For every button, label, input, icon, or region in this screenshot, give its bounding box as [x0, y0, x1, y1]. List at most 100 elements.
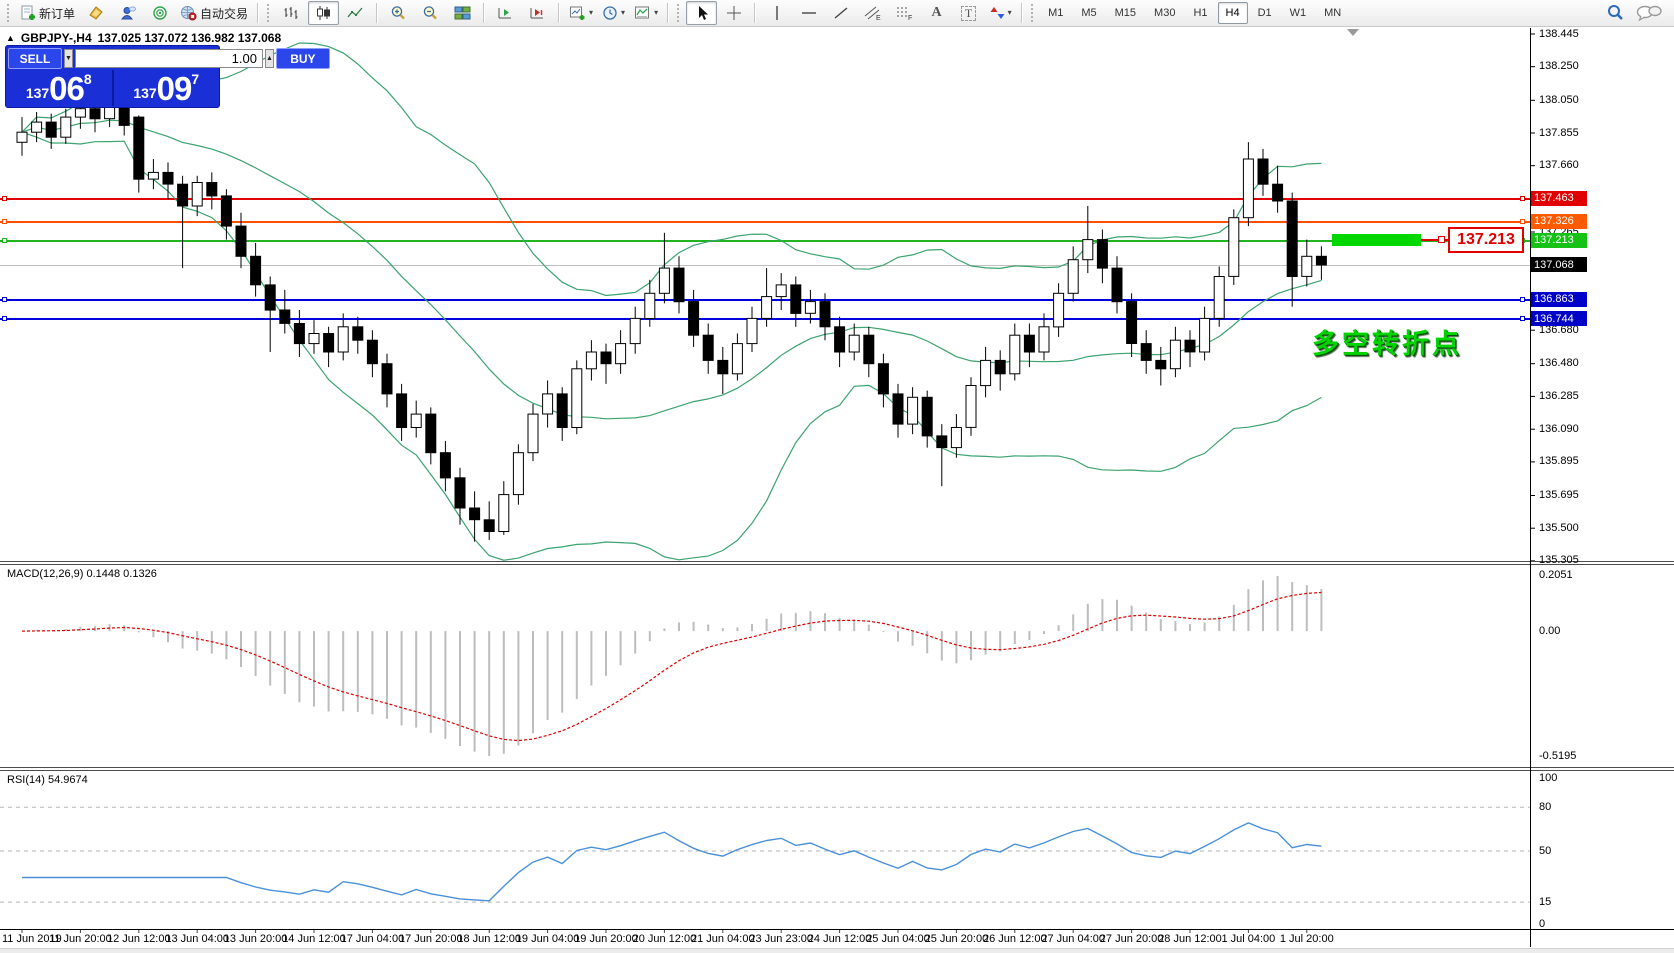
new-chart-button[interactable]: ▾ — [565, 1, 597, 25]
y-tick-138.445: 138.445 — [1539, 28, 1579, 40]
level-anchor[interactable] — [2, 316, 7, 321]
trendline-tool-button[interactable] — [825, 1, 856, 25]
timeframe-W1[interactable]: W1 — [1282, 2, 1315, 24]
market-watch-button[interactable] — [80, 1, 111, 25]
toolbar-separator — [376, 3, 378, 23]
chart-bottom-frame — [0, 929, 1674, 930]
horizontal-line-tool-button[interactable] — [793, 1, 824, 25]
bar-chart-button[interactable] — [276, 1, 307, 25]
timeframe-H4[interactable]: H4 — [1218, 2, 1248, 24]
chart-header: ▲ GBPJPY-,H4 137.025 137.072 136.982 137… — [6, 31, 281, 45]
x-tick-13 Jun 04:00: 13 Jun 04:00 — [165, 933, 229, 945]
zoom-in-icon — [390, 5, 407, 21]
auto-scroll-button[interactable] — [490, 1, 521, 25]
level-anchor[interactable] — [2, 297, 7, 302]
chart-shift-marker-icon[interactable] — [1347, 29, 1359, 36]
zoom-out-icon — [422, 5, 439, 21]
vertical-line-icon — [772, 5, 782, 21]
crosshair-tool-button[interactable] — [718, 1, 749, 25]
tile-windows-button[interactable] — [447, 1, 478, 25]
main-toolbar: 新订单 自动交易 — [0, 0, 1674, 27]
toolbar-separator — [1021, 3, 1023, 23]
data-window-button[interactable] — [112, 1, 143, 25]
text-label-tool-button[interactable]: T — [953, 1, 984, 25]
price-level-line-137.068[interactable] — [0, 265, 1530, 266]
search-icon[interactable] — [1606, 4, 1626, 22]
buy-price[interactable]: 137 09 7 — [114, 70, 220, 106]
timeframe-M5[interactable]: M5 — [1073, 2, 1104, 24]
fibonacci-tool-button[interactable]: F — [889, 1, 920, 25]
rsi-tick-0: 0 — [1539, 918, 1545, 930]
candlestick-chart-button[interactable] — [308, 1, 339, 25]
sell-price-prefix: 137 — [26, 85, 49, 101]
new-order-button[interactable]: 新订单 — [16, 1, 79, 25]
quote-panel-collapse-icon[interactable]: ▲ — [6, 33, 15, 43]
timeframe-H1[interactable]: H1 — [1185, 2, 1215, 24]
price-level-line-136.863[interactable] — [0, 299, 1530, 301]
x-tick-17 Jun 04:00: 17 Jun 04:00 — [341, 933, 405, 945]
toolbar-separator — [483, 3, 485, 23]
y-tick-137.855: 137.855 — [1539, 127, 1579, 139]
buy-button[interactable]: BUY — [276, 48, 330, 69]
indicators-button[interactable]: ▾ — [630, 1, 662, 25]
panel-separator[interactable] — [0, 770, 1674, 771]
toolbar-separator — [667, 3, 669, 23]
price-flag-label[interactable]: 137.213 — [1448, 227, 1524, 253]
toolbar-grip — [7, 4, 12, 22]
price-level-line-137.463[interactable] — [0, 198, 1530, 200]
level-anchor[interactable] — [2, 196, 7, 201]
highlight-bar-object[interactable] — [1332, 234, 1421, 246]
y-tick-136.480: 136.480 — [1539, 357, 1579, 369]
panel-separator[interactable] — [0, 564, 1674, 565]
chart-annotation-text[interactable]: 多空转折点 — [1312, 322, 1462, 361]
channel-tool-button[interactable]: E — [857, 1, 888, 25]
rsi-tick-80: 80 — [1539, 801, 1551, 813]
price-flag-anchor[interactable] — [1438, 236, 1445, 243]
level-anchor[interactable] — [1520, 297, 1525, 302]
timeframe-M30[interactable]: M30 — [1146, 2, 1183, 24]
level-anchor[interactable] — [1520, 196, 1525, 201]
periods-button[interactable]: ▾ — [598, 1, 629, 25]
arrows-tool-button[interactable]: ▾ — [985, 1, 1016, 25]
x-tick-25 Jun 04:00: 25 Jun 04:00 — [866, 933, 930, 945]
text-tool-button[interactable]: A — [921, 1, 952, 25]
zoom-in-button[interactable] — [383, 1, 414, 25]
price-level-line-137.326[interactable] — [0, 221, 1530, 223]
volume-decrease-button[interactable]: ▼ — [64, 49, 73, 68]
chat-icon[interactable] — [1636, 4, 1662, 22]
volume-increase-button[interactable]: ▲ — [265, 49, 274, 68]
x-tick-17 Jun 20:00: 17 Jun 20:00 — [399, 933, 463, 945]
timeframe-M15[interactable]: M15 — [1107, 2, 1144, 24]
sell-price[interactable]: 137 06 8 — [6, 70, 114, 106]
chart-canvas[interactable] — [0, 0, 1674, 953]
timeframe-MN[interactable]: MN — [1316, 2, 1349, 24]
toolbar-separator — [257, 3, 259, 23]
x-tick-25 Jun 20:00: 25 Jun 20:00 — [925, 933, 989, 945]
sell-button[interactable]: SELL — [8, 48, 62, 69]
timeframe-M1[interactable]: M1 — [1040, 2, 1071, 24]
periods-caret-icon: ▾ — [621, 9, 625, 17]
level-anchor[interactable] — [2, 219, 7, 224]
level-anchor[interactable] — [2, 238, 7, 243]
x-tick-1 Jul 04:00: 1 Jul 04:00 — [1221, 933, 1275, 945]
vertical-line-tool-button[interactable] — [761, 1, 792, 25]
zoom-out-button[interactable] — [415, 1, 446, 25]
cursor-tool-button[interactable] — [686, 1, 717, 25]
x-tick-28 Jun 12:00: 28 Jun 12:00 — [1158, 933, 1222, 945]
level-anchor[interactable] — [1520, 316, 1525, 321]
svg-text:F: F — [908, 15, 912, 21]
line-chart-button[interactable] — [340, 1, 371, 25]
market-watch-icon — [88, 5, 104, 21]
price-badge-137.463: 137.463 — [1531, 191, 1587, 206]
signals-button[interactable] — [144, 1, 175, 25]
autotrading-button[interactable]: 自动交易 — [176, 1, 252, 25]
volume-input[interactable] — [75, 49, 263, 68]
timeframe-D1[interactable]: D1 — [1250, 2, 1280, 24]
chart-shift-button[interactable] — [522, 1, 553, 25]
trendline-icon — [833, 5, 849, 21]
level-anchor[interactable] — [1520, 219, 1525, 224]
crosshair-icon — [726, 5, 742, 21]
price-level-line-137.213[interactable] — [0, 240, 1530, 242]
timeframe-bar: M1M5M15M30H1H4D1W1MN — [1040, 2, 1349, 24]
price-level-line-136.744[interactable] — [0, 318, 1530, 320]
